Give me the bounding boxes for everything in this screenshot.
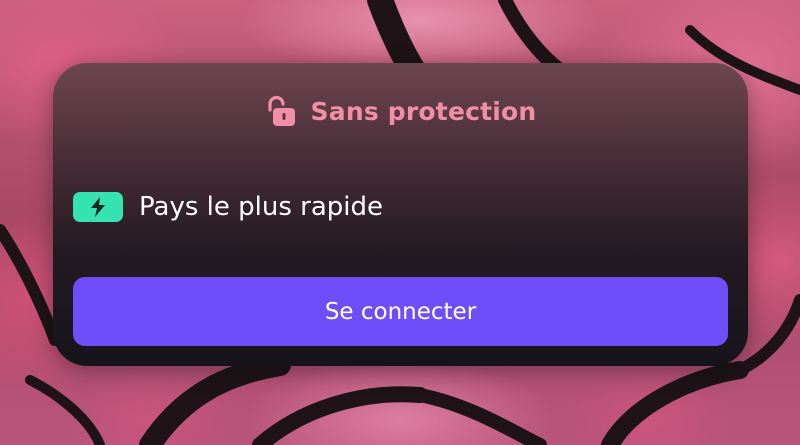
protection-status: Sans protection — [53, 91, 748, 131]
unlocked-padlock-icon — [267, 95, 295, 126]
country-selector[interactable]: Pays le plus rapide — [73, 189, 383, 225]
country-label: Pays le plus rapide — [139, 192, 383, 222]
lightning-bolt-icon — [73, 192, 123, 222]
status-label: Sans protection — [310, 96, 537, 126]
vpn-status-card: Sans protection Pays le plus rapide Se c… — [53, 63, 748, 366]
connect-button[interactable]: Se connecter — [73, 277, 728, 346]
